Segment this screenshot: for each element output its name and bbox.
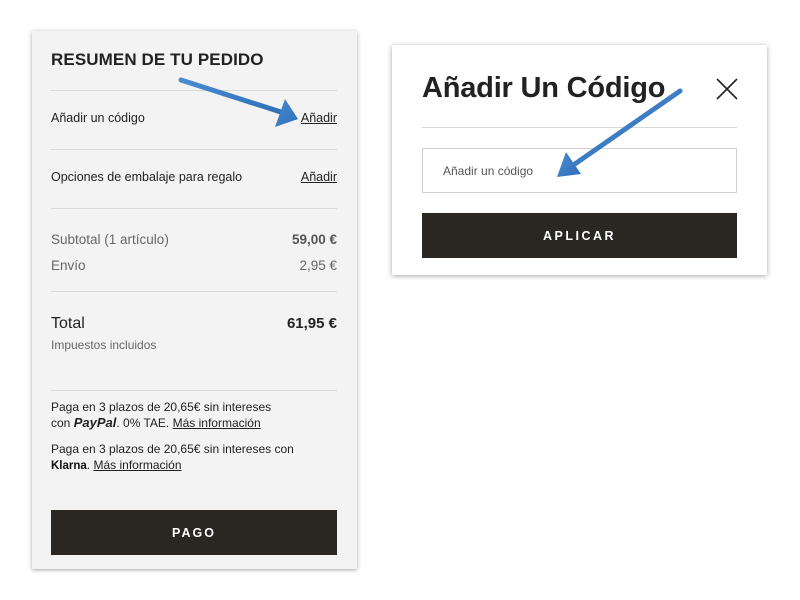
klarna-installments: Paga en 3 plazos de 20,65€ sin intereses… <box>51 441 341 474</box>
paypal-text-line-2: con PayPal. 0% TAE. Más información <box>51 415 341 431</box>
divider <box>51 90 337 91</box>
paypal-installments: Paga en 3 plazos de 20,65€ sin intereses… <box>51 399 341 431</box>
subtotal-value: 59,00 € <box>291 232 337 247</box>
summary-title: RESUMEN DE TU PEDIDO <box>51 50 264 69</box>
subtotal-label: Subtotal (1 artículo) <box>51 232 169 247</box>
paypal-text-line: Paga en 3 plazos de 20,65€ sin intereses <box>51 400 272 414</box>
total-label: Total <box>51 315 85 332</box>
add-code-label: Añadir un código <box>51 111 145 125</box>
gift-wrap-label: Opciones de embalaje para regalo <box>51 170 243 184</box>
modal-divider <box>422 127 737 128</box>
divider <box>51 149 337 150</box>
add-code-row: Añadir un código Añadir <box>51 111 337 125</box>
klarna-suffix: . <box>86 458 91 472</box>
close-icon[interactable] <box>714 76 740 102</box>
shipping-label: Envío <box>51 258 86 273</box>
paypal-more-info-link[interactable]: Más información <box>173 416 261 430</box>
add-code-link[interactable]: Añadir <box>301 111 337 125</box>
klarna-text-line-2: Klarna. Más información <box>51 457 341 474</box>
checkout-button[interactable]: PAGO <box>51 510 337 555</box>
paypal-logo: PayPal <box>73 415 117 430</box>
gift-wrap-link[interactable]: Añadir <box>301 170 337 184</box>
shipping-value: 2,95 € <box>299 258 337 273</box>
total-row: Total 61,95 € <box>51 315 337 333</box>
gift-wrap-row: Opciones de embalaje para regalo Añadir <box>51 170 337 184</box>
paypal-prefix: con <box>51 416 71 430</box>
klarna-more-info-link[interactable]: Más información <box>93 458 181 472</box>
divider <box>51 291 337 292</box>
taxes-note: Impuestos incluidos <box>51 338 157 352</box>
shipping-row: Envío 2,95 € <box>51 258 337 273</box>
total-value: 61,95 € <box>286 315 337 332</box>
paypal-suffix: . 0% TAE. <box>116 416 170 430</box>
klarna-logo: Klarna <box>51 460 87 472</box>
klarna-text-line: Paga en 3 plazos de 20,65€ sin intereses… <box>51 442 294 456</box>
apply-button[interactable]: APLICAR <box>422 213 737 258</box>
divider <box>51 390 337 391</box>
modal-title: Añadir Un Código <box>422 72 666 104</box>
code-input[interactable] <box>422 148 737 193</box>
subtotal-row: Subtotal (1 artículo) 59,00 € <box>51 232 337 247</box>
add-code-modal: Añadir Un Código APLICAR <box>392 45 767 275</box>
order-summary-panel: RESUMEN DE TU PEDIDO Añadir un código Añ… <box>32 31 357 569</box>
divider <box>51 208 337 209</box>
